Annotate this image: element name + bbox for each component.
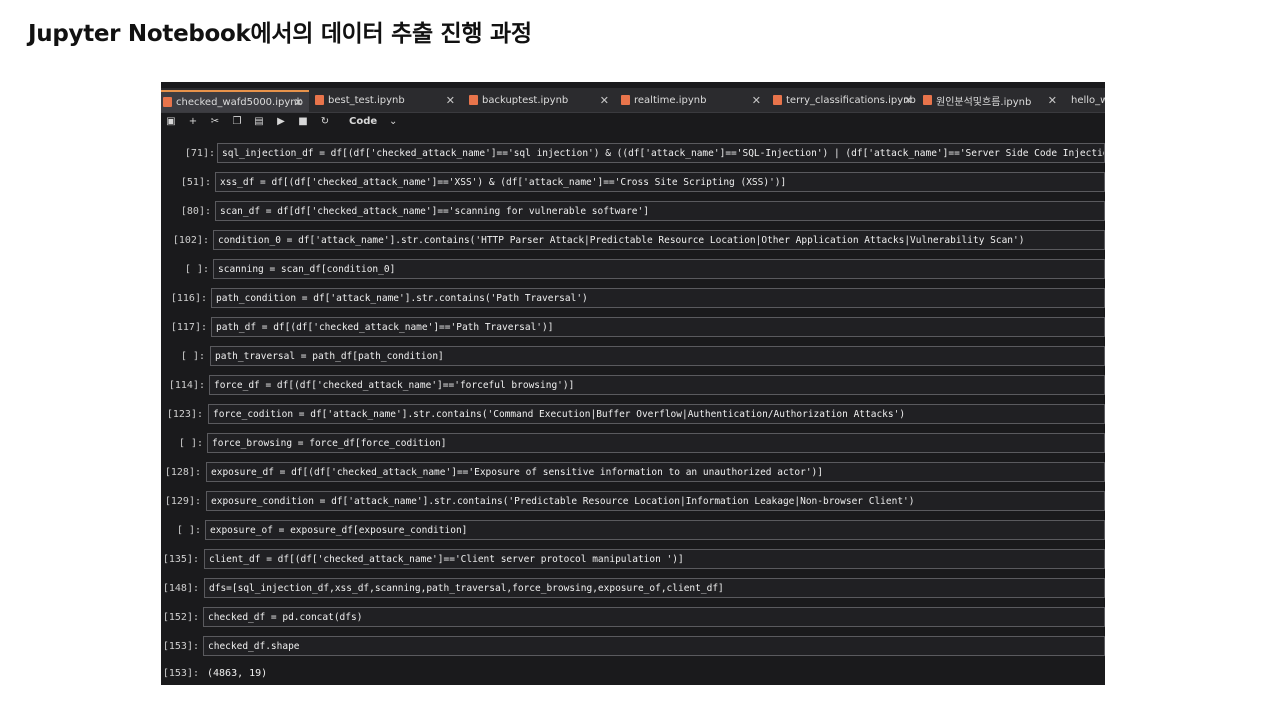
code-input[interactable]: sql_injection_df = df[(df['checked_attac… bbox=[217, 143, 1105, 163]
output-cell: [153]: (4863, 19) bbox=[161, 662, 1105, 684]
notebook-tab-bar: checked_wafd5000.ipynb ✕ best_test.ipynb… bbox=[161, 88, 1105, 113]
cell-prompt: [129]: bbox=[164, 495, 201, 507]
cell-prompt: [135]: bbox=[162, 553, 199, 565]
tab-terry-classifications[interactable]: terry_classifications.ipynb ✕ bbox=[771, 90, 919, 110]
code-input[interactable]: exposure_condition = df['attack_name'].s… bbox=[206, 491, 1105, 511]
code-cell: [128]: exposure_df = df[(df['checked_att… bbox=[161, 461, 1105, 483]
code-cell: [ ]: exposure_of = exposure_df[exposure_… bbox=[161, 519, 1105, 541]
notebook-icon bbox=[621, 95, 630, 105]
cell-prompt: [102]: bbox=[172, 234, 209, 246]
tab-backuptest[interactable]: backuptest.ipynb ✕ bbox=[467, 90, 615, 110]
tab-hello[interactable]: hello_w bbox=[1065, 90, 1105, 110]
notebook-icon bbox=[773, 95, 782, 105]
code-cell: [123]: force_codition = df['attack_name'… bbox=[161, 403, 1105, 425]
tab-label: backuptest.ipynb bbox=[482, 94, 569, 106]
code-input[interactable]: exposure_df = df[(df['checked_attack_nam… bbox=[206, 462, 1105, 482]
code-cell: [102]: condition_0 = df['attack_name'].s… bbox=[161, 229, 1105, 251]
code-input[interactable]: dfs=[sql_injection_df,xss_df,scanning,pa… bbox=[204, 578, 1105, 598]
slide-title: Jupyter Notebook에서의 데이터 추출 진행 과정 bbox=[28, 21, 532, 47]
code-cell: [116]: path_condition = df['attack_name'… bbox=[161, 287, 1105, 309]
code-cell: [114]: force_df = df[(df['checked_attack… bbox=[161, 374, 1105, 396]
notebook-icon bbox=[469, 95, 478, 105]
cell-prompt: [128]: bbox=[164, 466, 201, 478]
close-icon[interactable]: ✕ bbox=[600, 94, 609, 107]
tab-label: terry_classifications.ipynb bbox=[786, 94, 916, 106]
code-input[interactable]: force_browsing = force_df[force_codition… bbox=[207, 433, 1105, 453]
cell-prompt: [114]: bbox=[168, 379, 205, 391]
notebook-toolbar: ▣ + ✂ ❐ ▤ ▶ ■ ↻ Code ⌄ bbox=[161, 112, 1105, 130]
code-cell: [71]: sql_injection_df = df[(df['checked… bbox=[161, 142, 1105, 164]
cell-prompt: [51]: bbox=[180, 176, 211, 188]
cell-prompt: [116]: bbox=[170, 292, 207, 304]
cell-prompt: [80]: bbox=[180, 205, 211, 217]
cell-type-select[interactable]: Code bbox=[349, 116, 377, 127]
cell-prompt: [148]: bbox=[162, 582, 199, 594]
code-cell: [51]: xss_df = df[(df['checked_attack_na… bbox=[161, 171, 1105, 193]
save-icon[interactable]: ▣ bbox=[165, 116, 177, 127]
cell-prompt: [153]: bbox=[162, 640, 199, 652]
code-input[interactable]: client_df = df[(df['checked_attack_name'… bbox=[204, 549, 1105, 569]
code-input[interactable]: scanning = scan_df[condition_0] bbox=[213, 259, 1105, 279]
code-input[interactable]: checked_df.shape bbox=[203, 636, 1105, 656]
notebook-photo: checked_wafd5000.ipynb ✕ best_test.ipynb… bbox=[161, 82, 1105, 685]
cell-prompt: [152]: bbox=[162, 611, 199, 623]
plus-icon[interactable]: + bbox=[187, 116, 199, 127]
tab-label: 원인분석및흐름.ipynb bbox=[936, 96, 1032, 108]
code-cell: [152]: checked_df = pd.concat(dfs) bbox=[161, 606, 1105, 628]
code-input[interactable]: xss_df = df[(df['checked_attack_name']==… bbox=[215, 172, 1105, 192]
tab-label: checked_wafd5000.ipynb bbox=[176, 96, 303, 108]
stop-icon[interactable]: ■ bbox=[297, 116, 309, 127]
copy-icon[interactable]: ❐ bbox=[231, 116, 243, 127]
notebook-icon bbox=[163, 97, 172, 107]
cell-prompt: [ ]: bbox=[176, 524, 201, 536]
tab-root-cause[interactable]: 원인분석및흐름.ipynb ✕ bbox=[921, 90, 1063, 110]
output-prompt: [153]: bbox=[162, 667, 199, 679]
close-icon[interactable]: ✕ bbox=[752, 94, 761, 107]
tab-label: realtime.ipynb bbox=[634, 94, 707, 106]
code-cell: [153]: checked_df.shape bbox=[161, 635, 1105, 657]
cell-prompt: [ ]: bbox=[180, 350, 205, 362]
code-input[interactable]: scan_df = df[df['checked_attack_name']==… bbox=[215, 201, 1105, 221]
code-cell: [135]: client_df = df[(df['checked_attac… bbox=[161, 548, 1105, 570]
tab-best-test[interactable]: best_test.ipynb ✕ bbox=[313, 90, 461, 110]
close-icon[interactable]: ✕ bbox=[1048, 94, 1057, 107]
chevron-down-icon[interactable]: ⌄ bbox=[387, 116, 399, 127]
code-input[interactable]: checked_df = pd.concat(dfs) bbox=[203, 607, 1105, 627]
tab-label: best_test.ipynb bbox=[328, 94, 405, 106]
restart-icon[interactable]: ↻ bbox=[319, 116, 331, 127]
notebook-icon bbox=[923, 95, 932, 105]
close-icon[interactable]: ✕ bbox=[904, 94, 913, 107]
cell-prompt: [71]: bbox=[184, 147, 215, 159]
output-value: (4863, 19) bbox=[207, 667, 268, 679]
scissors-icon[interactable]: ✂ bbox=[209, 116, 221, 127]
code-input[interactable]: force_df = df[(df['checked_attack_name']… bbox=[209, 375, 1105, 395]
code-cell: [117]: path_df = df[(df['checked_attack_… bbox=[161, 316, 1105, 338]
code-input[interactable]: exposure_of = exposure_df[exposure_condi… bbox=[205, 520, 1105, 540]
close-icon[interactable]: ✕ bbox=[446, 94, 455, 107]
cell-prompt: [117]: bbox=[170, 321, 207, 333]
code-input[interactable]: condition_0 = df['attack_name'].str.cont… bbox=[213, 230, 1105, 250]
close-icon[interactable]: ✕ bbox=[294, 96, 303, 109]
cell-prompt: [ ]: bbox=[184, 263, 209, 275]
tab-label: hello_w bbox=[1071, 94, 1105, 106]
play-icon[interactable]: ▶ bbox=[275, 116, 287, 127]
notebook-cells: [71]: sql_injection_df = df[(df['checked… bbox=[161, 134, 1105, 682]
code-cell: [80]: scan_df = df[df['checked_attack_na… bbox=[161, 200, 1105, 222]
code-cell: [148]: dfs=[sql_injection_df,xss_df,scan… bbox=[161, 577, 1105, 599]
code-cell: [ ]: path_traversal = path_df[path_condi… bbox=[161, 345, 1105, 367]
cell-prompt: [123]: bbox=[166, 408, 203, 420]
code-cell: [ ]: scanning = scan_df[condition_0] bbox=[161, 258, 1105, 280]
code-input[interactable]: force_codition = df['attack_name'].str.c… bbox=[208, 404, 1105, 424]
code-cell: [ ]: force_browsing = force_df[force_cod… bbox=[161, 432, 1105, 454]
tab-realtime[interactable]: realtime.ipynb ✕ bbox=[619, 90, 767, 110]
code-cell: [129]: exposure_condition = df['attack_n… bbox=[161, 490, 1105, 512]
code-input[interactable]: path_traversal = path_df[path_condition] bbox=[210, 346, 1105, 366]
code-input[interactable]: path_condition = df['attack_name'].str.c… bbox=[211, 288, 1105, 308]
cell-prompt: [ ]: bbox=[178, 437, 203, 449]
paste-icon[interactable]: ▤ bbox=[253, 116, 265, 127]
code-input[interactable]: path_df = df[(df['checked_attack_name']=… bbox=[211, 317, 1105, 337]
tab-checked-wafd5000[interactable]: checked_wafd5000.ipynb ✕ bbox=[161, 90, 309, 112]
notebook-icon bbox=[315, 95, 324, 105]
